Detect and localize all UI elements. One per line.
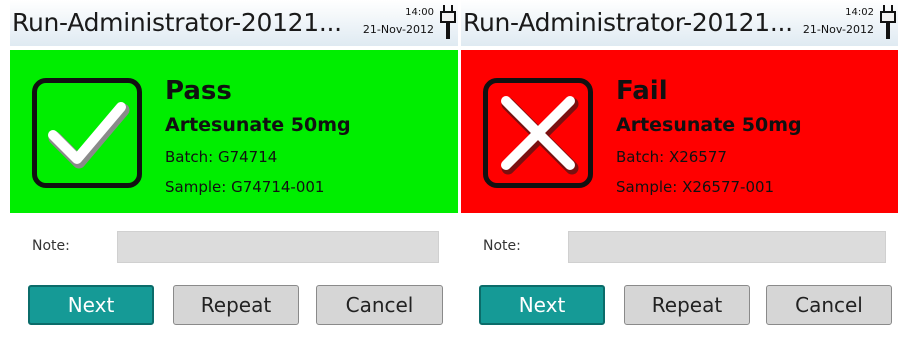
repeat-button[interactable]: Repeat	[624, 285, 750, 325]
power-plug-icon	[440, 5, 456, 39]
product-name: Artesunate 50mg	[165, 114, 351, 136]
result-icon-box	[32, 78, 142, 188]
result-banner: Fail Artesunate 50mg Batch: X26577 Sampl…	[461, 50, 898, 213]
fail-screen: Run-Administrator-20121... 14:02 21-Nov-…	[461, 0, 898, 337]
power-plug-icon	[880, 5, 896, 39]
check-icon	[48, 102, 130, 169]
cancel-button[interactable]: Cancel	[316, 285, 443, 325]
window-title: Run-Administrator-20121...	[463, 8, 793, 37]
sample-label: Sample: G74714-001	[165, 178, 325, 196]
title-bar: Run-Administrator-20121... 14:00 21-Nov-…	[10, 0, 458, 46]
next-button[interactable]: Next	[479, 285, 605, 325]
batch-label: Batch: G74714	[165, 148, 278, 166]
repeat-button[interactable]: Repeat	[173, 285, 299, 325]
date-label: 21-Nov-2012	[802, 23, 874, 36]
time-label: 14:02	[845, 7, 874, 18]
cancel-button[interactable]: Cancel	[766, 285, 892, 325]
result-banner: Pass Artesunate 50mg Batch: G74714 Sampl…	[10, 50, 458, 213]
batch-label: Batch: X26577	[616, 148, 727, 166]
pass-screen: Run-Administrator-20121... 14:00 21-Nov-…	[10, 0, 458, 337]
note-label: Note:	[483, 238, 521, 254]
cross-icon	[501, 96, 579, 175]
result-icon-box	[483, 78, 593, 188]
time-label: 14:00	[405, 7, 434, 18]
note-label: Note:	[32, 238, 70, 254]
note-input[interactable]	[117, 231, 439, 263]
window-title: Run-Administrator-20121...	[12, 8, 342, 37]
next-button[interactable]: Next	[28, 285, 154, 325]
result-status: Fail	[616, 76, 668, 106]
sample-label: Sample: X26577-001	[616, 178, 775, 196]
date-label: 21-Nov-2012	[362, 23, 434, 36]
result-status: Pass	[165, 76, 232, 106]
note-input[interactable]	[568, 231, 886, 263]
title-bar: Run-Administrator-20121... 14:02 21-Nov-…	[461, 0, 898, 46]
product-name: Artesunate 50mg	[616, 114, 802, 136]
